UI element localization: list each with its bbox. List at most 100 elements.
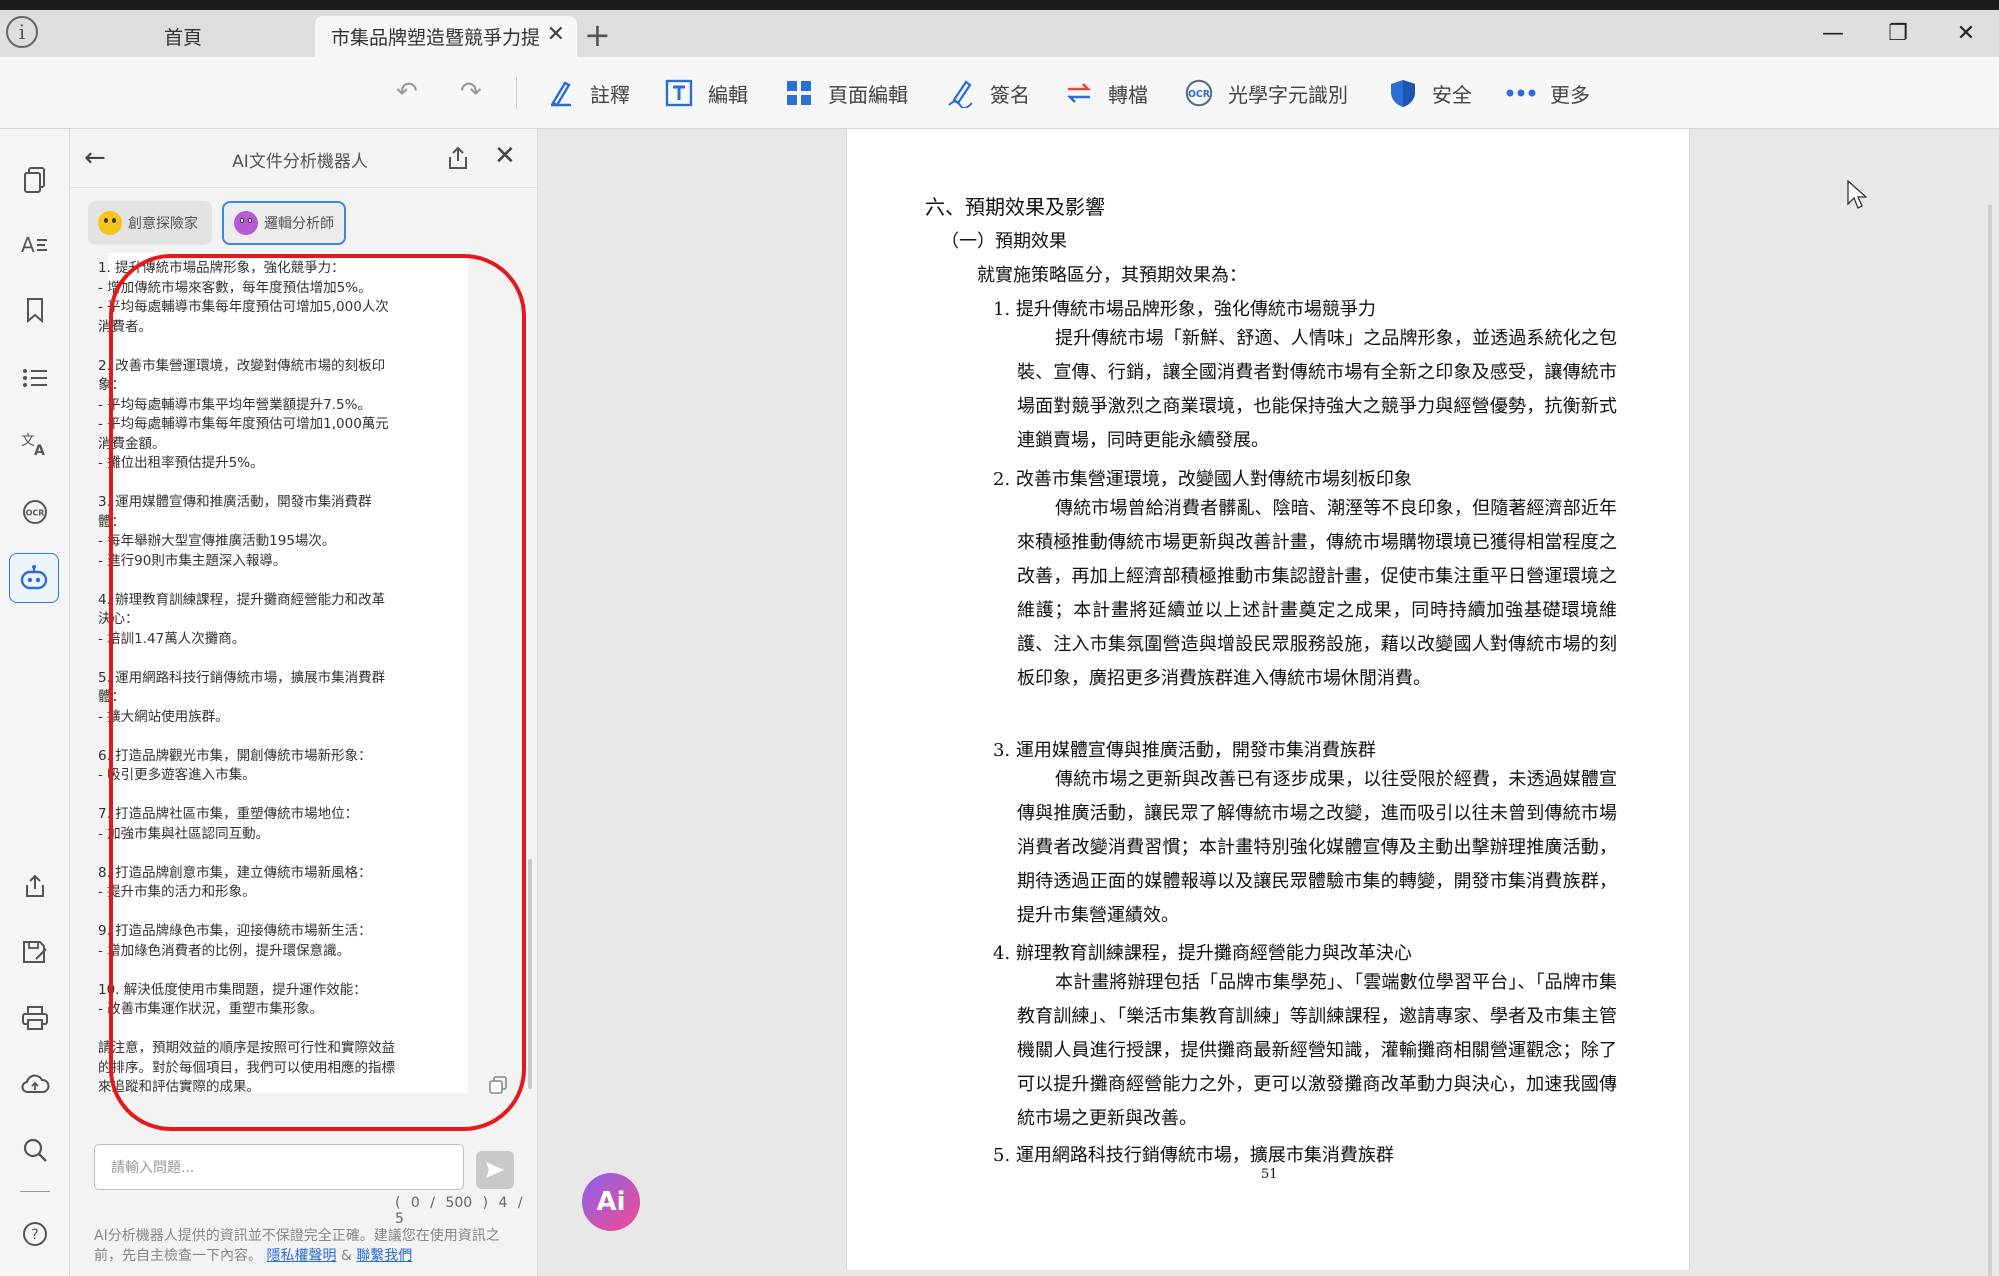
highlight-circle [109,254,526,1131]
doc-subheading: （一）預期效果 [941,231,1067,252]
back-arrow-icon[interactable]: ← [84,143,106,173]
tab-bar: i 首頁 市集品牌塑造暨競爭力提... ✕ + — ❐ ✕ [0,10,1999,57]
tab-document[interactable]: 市集品牌塑造暨競爭力提... ✕ [315,16,577,57]
doc-item3-body: 傳統市場之更新與改善已有逐步成果，以往受限於經費，未透過媒體宣傳與推廣活動，讓民… [1017,769,1617,926]
doc-item3-title: 3. 運用媒體宣傳與推廣活動，開發市集消費族群 [993,740,1376,761]
question-input[interactable]: 請輸入問題... [94,1144,464,1190]
document-page: 六、預期效果及影響 （一）預期效果 就實施策略區分，其預期效果為： 1. 提升傳… [846,129,1690,1270]
convert-icon [1064,78,1094,108]
doc-item4-title: 4. 辦理教育訓練課程，提升攤商經營能力與改革決心 [993,943,1412,964]
doc-item2-body: 傳統市場曾給消費者髒亂、陰暗、潮溼等不良印象，但隨著經濟部近年來積極推動傳統市場… [1017,498,1617,689]
signature-icon [946,78,976,108]
toolbar-divider [516,77,517,109]
doc-heading: 六、預期效果及影響 [925,195,1105,219]
tab-home[interactable]: 首頁 [52,16,314,57]
redo-icon[interactable]: ↷ [460,77,482,107]
close-panel-icon[interactable]: ✕ [494,141,516,171]
annotate-label: 註釋 [590,82,630,107]
ocr-button[interactable]: OCR 光學字元識別 [1184,75,1348,111]
svg-text:A: A [34,443,45,457]
smiley-icon [98,211,122,235]
persona-logic-analyst[interactable]: 邏輯分析師 [222,201,346,245]
page-edit-button[interactable]: 頁面編輯 [784,75,908,111]
ocr-label: 光學字元識別 [1228,82,1348,107]
grid-icon [784,78,814,108]
sign-button[interactable]: 簽名 [946,75,1030,111]
svg-text:文: 文 [21,433,35,449]
doc-item1-body: 提升傳統市場「新鮮、舒適、人情味」之品牌形象，並透過系統化之包裝、宣傳、行銷，讓… [1017,328,1617,451]
more-label: 更多 [1550,82,1590,107]
contact-link[interactable]: 聯繫我們 [356,1248,412,1264]
print-icon[interactable] [18,1001,52,1035]
share-icon[interactable] [446,145,470,175]
edit-button[interactable]: 編輯 [664,75,748,111]
doc-item4-body: 本計畫將辦理包括「品牌市集學苑」、「雲端數位學習平台」、「品牌市集教育訓練」、「… [1017,972,1617,1129]
sign-label: 簽名 [990,82,1030,107]
disclaimer: AI分析機器人提供的資訊並不保證完全正確。建議您在使用資訊之前，先自主檢查一下內… [94,1226,514,1266]
title-strip [0,0,1999,10]
pages-icon[interactable] [18,163,52,197]
undo-icon[interactable]: ↶ [396,77,418,107]
svg-text:OCR: OCR [26,509,45,518]
doc-item2-title: 2. 改善市集營運環境，改變國人對傳統市場刻板印象 [993,469,1412,490]
annotate-button[interactable]: 註釋 [546,75,630,111]
minimize-button[interactable]: — [1813,18,1853,48]
tab-home-label: 首頁 [163,27,202,49]
list-icon[interactable] [18,361,52,395]
svg-text:A: A [21,233,35,256]
doc-intro: 就實施策略區分，其預期效果為： [977,265,1247,286]
more-button[interactable]: 更多 [1506,75,1590,111]
edit-label: 編輯 [708,82,748,107]
ai-float-button[interactable]: Ai [582,1173,640,1231]
ocr-sidebar-icon[interactable]: OCR [18,495,52,529]
cloud-upload-icon[interactable] [18,1067,52,1101]
help-icon[interactable]: ? [18,1217,52,1251]
more-dots-icon [1506,78,1536,108]
translate-icon[interactable]: 文A [18,427,52,461]
info-icon[interactable]: i [6,16,38,48]
page-number: 51 [1261,1167,1278,1182]
doc-item1-title: 1. 提升傳統市場品牌形象，強化傳統市場競爭力 [993,299,1376,320]
security-button[interactable]: 安全 [1388,75,1472,111]
persona-logic-label: 邏輯分析師 [264,216,334,232]
mouse-cursor-icon [1847,179,1868,214]
send-button[interactable] [476,1151,514,1189]
sidebar-divider [20,1191,50,1192]
persona-creative-explorer[interactable]: 創意探險家 [88,201,212,245]
main-toolbar: ↶ ↷ 註釋 編輯 頁面編輯 簽名 轉檔 OCR 光學字元識別 安全 更多 [0,57,1999,129]
svg-text:OCR: OCR [1188,89,1211,100]
left-sidebar: A 文A OCR ? [0,129,70,1276]
search-icon[interactable] [18,1133,52,1167]
convert-label: 轉檔 [1108,82,1148,107]
restore-button[interactable]: ❐ [1878,18,1918,48]
document-scrollbar[interactable] [1988,205,1992,1276]
close-window-button[interactable]: ✕ [1946,18,1986,48]
save-as-icon[interactable] [18,935,52,969]
ai-robot-icon[interactable] [9,553,59,603]
shield-icon [1388,78,1418,108]
panel-header-divider [70,187,537,188]
and-text: & [340,1248,352,1264]
persona-creative-label: 創意探險家 [128,216,198,232]
tab-document-label: 市集品牌塑造暨競爭力提... [331,27,541,49]
doc-item5-title: 5. 運用網路科技行銷傳統市場，擴展市集消費族群 [993,1145,1394,1166]
text-edit-icon [664,78,694,108]
glasses-face-icon [234,211,258,235]
new-tab-button[interactable]: + [584,19,611,51]
bookmark-icon[interactable] [18,293,52,327]
share-sidebar-icon[interactable] [18,869,52,903]
security-label: 安全 [1432,82,1472,107]
char-count: ( 0 / 500 ) [395,1195,489,1211]
page-edit-label: 頁面編輯 [828,82,908,107]
tab-close-icon[interactable]: ✕ [547,22,565,47]
ocr-icon: OCR [1184,78,1214,108]
text-outline-icon[interactable]: A [18,227,52,261]
privacy-link[interactable]: 隱私權聲明 [266,1248,336,1264]
convert-button[interactable]: 轉檔 [1064,75,1148,111]
chat-scrollbar[interactable] [528,859,532,1089]
svg-text:?: ? [31,1227,38,1243]
panel-title: AI文件分析機器人 [232,152,368,172]
pen-icon [546,78,576,108]
ai-assistant-panel: ← AI文件分析機器人 ✕ 創意探險家 邏輯分析師 1. 提升傳統市場品牌形象，… [70,129,538,1276]
input-counter: ( 0 / 500 ) 4 / 5 [395,1195,537,1227]
